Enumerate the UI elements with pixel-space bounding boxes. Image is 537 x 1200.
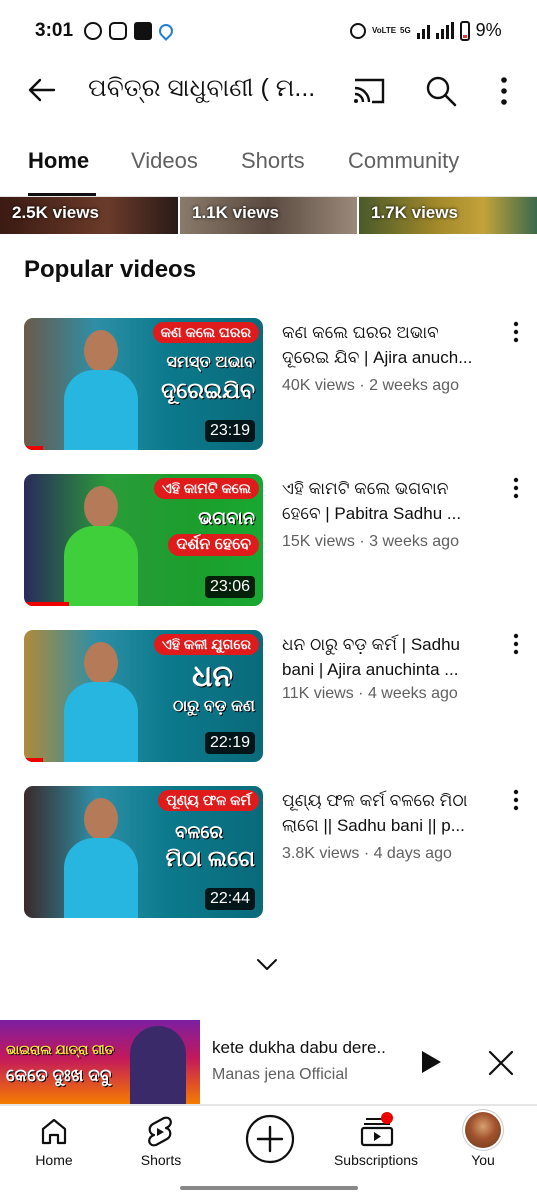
video-title[interactable]: କଣ କଲେ ଘରର ଅଭାବ ଦୂରେଇ ଯିବ | Ajira anuch..… <box>282 320 492 370</box>
thumbnail-person <box>64 330 138 450</box>
shorts-icon[interactable] <box>145 1115 175 1149</box>
thumbnail-text: ସମସ୍ତ ଅଭାବ <box>166 354 255 371</box>
thumbnail-text: ଭଗବାନ <box>198 508 255 528</box>
app-notification-icon <box>156 21 176 41</box>
video-meta: 3.8K views · 4 days ago <box>282 845 452 862</box>
status-time: 3:01 <box>35 20 74 41</box>
status-bar: 3:01 VoLTE 5G 9% <box>0 0 537 62</box>
short-views: 2.5K views <box>12 203 99 222</box>
play-icon[interactable] <box>420 1050 442 1074</box>
cast-icon[interactable] <box>352 76 386 106</box>
thumbnail-text: ଧନ <box>192 660 233 693</box>
nav-label-home[interactable]: Home <box>0 1152 109 1168</box>
chevron-down-icon[interactable] <box>255 956 279 972</box>
avatar[interactable] <box>465 1112 501 1148</box>
thumbnail-caption: କଣ କଲେ ଘରର <box>152 322 259 343</box>
short-views: 1.1K views <box>192 203 279 222</box>
short-views: 1.7K views <box>371 203 458 222</box>
video-meta: 40K views · 2 weeks ago <box>282 377 459 394</box>
video-title[interactable]: ପୂଣ୍ୟ ଫଳ କର୍ମ ବଳରେ ମିଠା ଲାଗେ || Sadhu ban… <box>282 788 492 838</box>
battery-icon <box>459 20 470 41</box>
thumbnail-text: ଦୂରେଇଯିବ <box>161 378 255 403</box>
thumbnail-caption: ପୂଣ୍ୟ ଫଳ କର୍ମ <box>158 790 259 811</box>
mini-player-channel[interactable]: Manas jena Official <box>212 1066 348 1084</box>
thumbnail-text: ଭାଇରାଲ ଯାତ୍ରା ଗୀତ <box>6 1042 115 1057</box>
video-title[interactable]: ଧନ ଠାରୁ ବଡ଼ କର୍ମ | Sadhu bani | Ajira anu… <box>282 632 492 682</box>
tab-videos[interactable]: Videos <box>131 148 198 174</box>
thumbnail-person <box>64 486 138 606</box>
thumbnail-person <box>130 1026 186 1104</box>
mini-player-title[interactable]: kete dukha dabu dere.. <box>212 1038 386 1058</box>
paytm-icon <box>134 22 152 40</box>
signal-icon-2 <box>435 21 454 39</box>
video-meta: 11K views · 4 weeks ago <box>282 685 458 702</box>
channel-title: ପବିତ୍ର ସାଧୁବାଣୀ ( ମ... <box>88 74 316 102</box>
video-thumbnail[interactable]: ଏହି କାମଟି କଲେ ଭଗବାନ ଦର୍ଶନ ହେବେ 23:06 <box>24 474 263 606</box>
home-icon[interactable] <box>38 1115 70 1147</box>
tab-shorts[interactable]: Shorts <box>241 148 305 174</box>
alarm-icon <box>350 22 366 39</box>
volte-indicator: VoLTE <box>372 25 397 35</box>
create-icon[interactable] <box>244 1113 296 1165</box>
section-title: Popular videos <box>24 256 197 283</box>
notification-dot <box>381 1112 393 1124</box>
video-more-icon[interactable] <box>508 632 524 656</box>
video-duration: 23:19 <box>204 420 255 442</box>
instagram-icon <box>109 22 127 40</box>
app-header: ପବିତ୍ର ସାଧୁବାଣୀ ( ମ... <box>0 62 537 118</box>
close-icon[interactable] <box>488 1050 514 1076</box>
video-duration: 22:44 <box>204 888 255 910</box>
video-more-icon[interactable] <box>508 788 524 812</box>
video-title[interactable]: ଏହି କାମଟି କଲେ ଭଗବାନ ହେବେ | Pabitra Sadhu … <box>282 476 492 526</box>
video-more-icon[interactable] <box>508 320 524 344</box>
home-indicator <box>180 1186 358 1190</box>
thumbnail-caption: ଏହି କାମଟି କଲେ <box>153 478 259 499</box>
system-indicators: VoLTE 5G 9% <box>350 20 502 41</box>
whatsapp-icon <box>84 22 102 40</box>
video-thumbnail[interactable]: କଣ କଲେ ଘରର ସମସ୍ତ ଅଭାବ ଦୂରେଇଯିବ 23:19 <box>24 318 263 450</box>
thumbnail-text: କେତେ ଦୁଃଖ ଦବୁ <box>6 1066 112 1085</box>
network-type: 5G <box>400 25 411 35</box>
video-thumbnail[interactable]: ପୂଣ୍ୟ ଫଳ କର୍ମ ବଳରେ ମିଠା ଲଗେ 22:44 <box>24 786 263 918</box>
short-item[interactable]: 2.5K views <box>0 197 178 234</box>
video-duration: 23:06 <box>204 576 255 598</box>
short-item[interactable]: 1.7K views <box>359 197 537 234</box>
nav-label-shorts[interactable]: Shorts <box>106 1152 216 1168</box>
watch-progress <box>24 446 44 450</box>
nav-label-subscriptions[interactable]: Subscriptions <box>321 1152 431 1168</box>
watch-progress <box>24 602 70 606</box>
video-meta: 15K views · 3 weeks ago <box>282 533 459 550</box>
back-arrow-icon[interactable] <box>26 74 58 106</box>
mini-player-thumbnail[interactable]: ଭାଇରାଲ ଯାତ୍ରା ଗୀତ କେତେ ଦୁଃଖ ଦବୁ <box>0 1020 200 1104</box>
video-thumbnail[interactable]: ଏହି କଳୀ ଯୁଗରେ ଧନ ଠାରୁ ବଡ଼ କଣ 22:19 <box>24 630 263 762</box>
thumbnail-text: ମିଠା ଲଗେ <box>165 846 255 871</box>
thumbnail-text: ଦର୍ଶନ ହେବେ <box>168 534 259 556</box>
thumbnail-person <box>64 642 138 762</box>
nav-label-you[interactable]: You <box>428 1152 537 1168</box>
channel-tabs: Home Videos Shorts Community <box>0 130 537 196</box>
thumbnail-text: ଠାରୁ ବଡ଼ କଣ <box>172 698 255 715</box>
more-options-icon[interactable] <box>494 74 514 108</box>
mini-player[interactable]: ଭାଇରାଲ ଯାତ୍ରା ଗୀତ କେତେ ଦୁଃଖ ଦବୁ kete duk… <box>0 1020 537 1104</box>
thumbnail-text: ବଳରେ <box>175 822 223 842</box>
notification-icons <box>84 21 176 41</box>
tab-community[interactable]: Community <box>348 148 459 174</box>
watch-progress <box>24 758 44 762</box>
tab-home[interactable]: Home <box>28 148 89 174</box>
battery-level: 9% <box>475 20 502 40</box>
video-more-icon[interactable] <box>508 476 524 500</box>
video-duration: 22:19 <box>204 732 255 754</box>
thumbnail-caption: ଏହି କଳୀ ଯୁଗରେ <box>154 634 259 655</box>
search-icon[interactable] <box>424 74 458 108</box>
signal-icon <box>416 23 430 39</box>
short-item[interactable]: 1.1K views <box>180 197 357 234</box>
thumbnail-person <box>64 798 138 918</box>
